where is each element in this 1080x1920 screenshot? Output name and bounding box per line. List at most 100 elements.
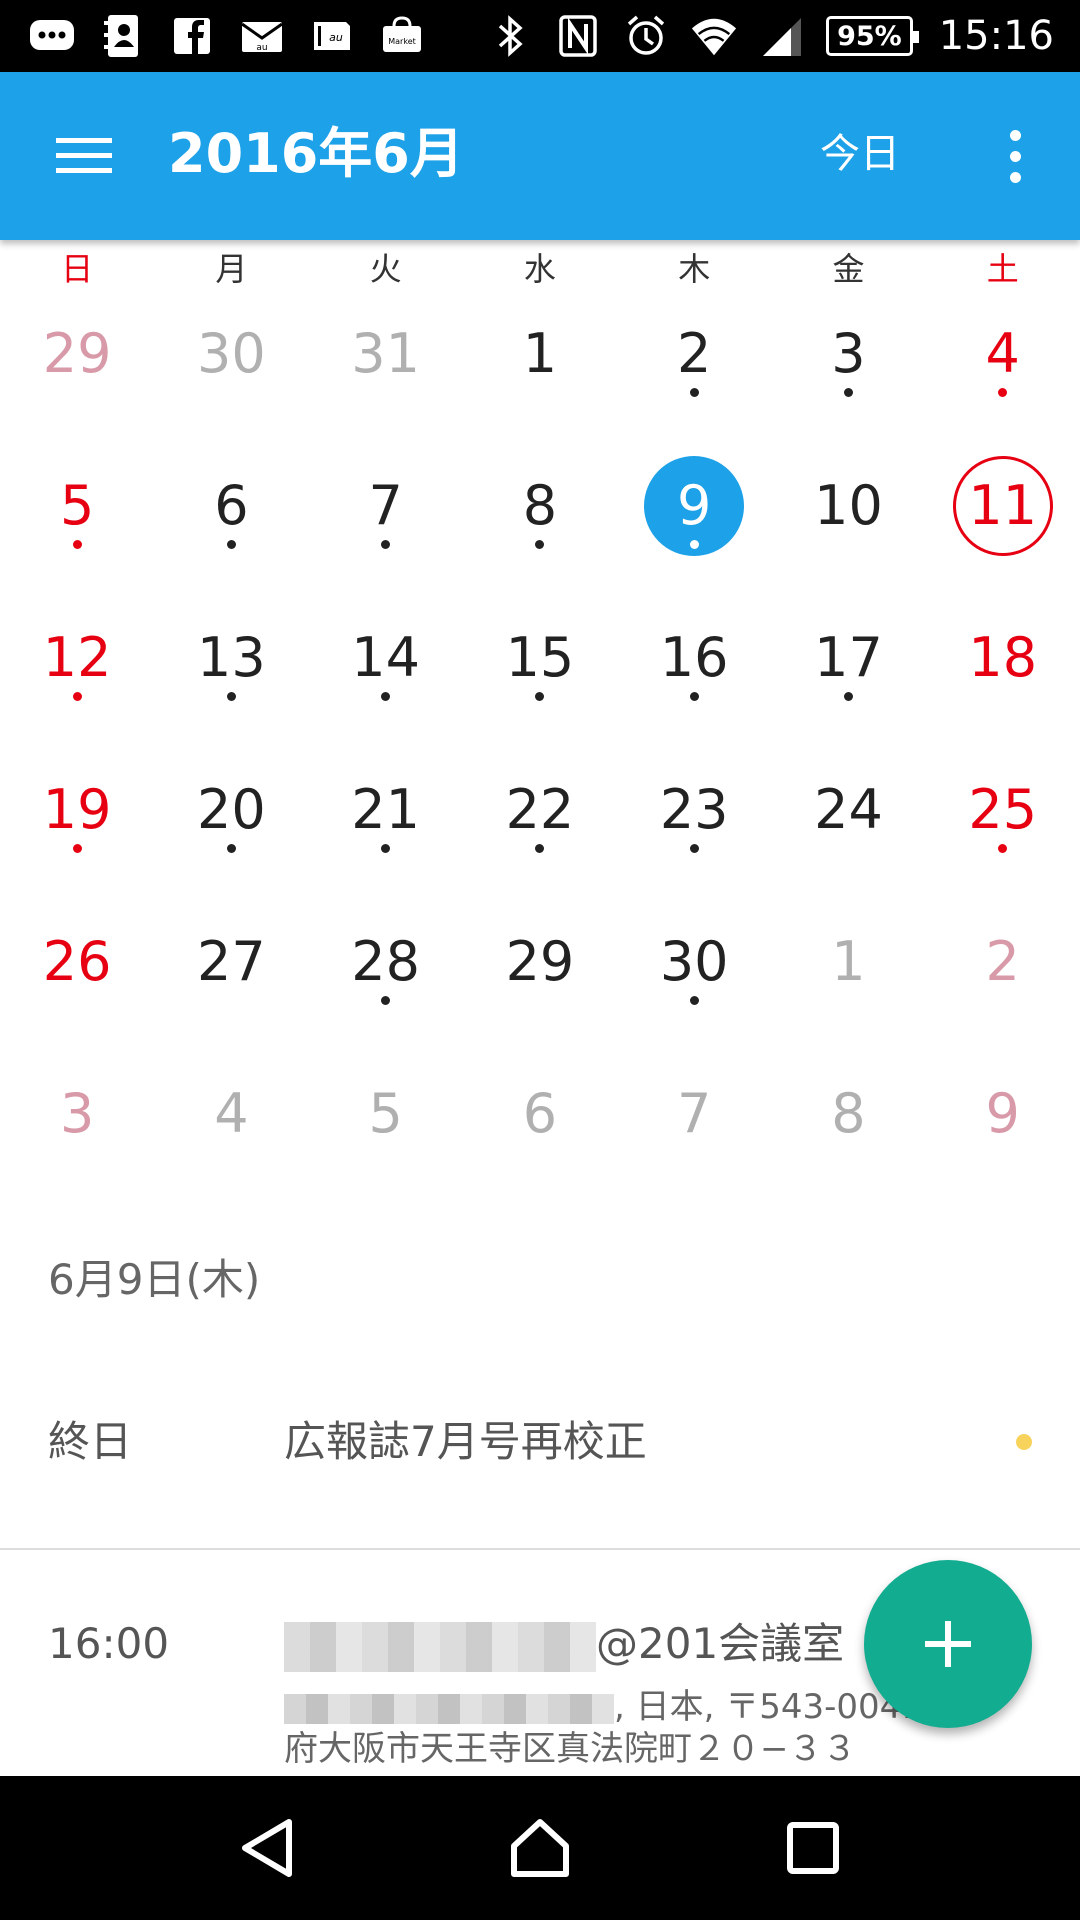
day-cell[interactable]: 10 xyxy=(771,452,925,604)
add-event-button[interactable] xyxy=(864,1560,1032,1728)
event-time: 16:00 xyxy=(48,1619,170,1668)
event-indicator-dot xyxy=(689,996,699,1005)
day-cell[interactable]: 23 xyxy=(617,756,771,908)
event-indicator-dot xyxy=(72,540,82,549)
event-title: 広報誌7月号再校正 xyxy=(284,1417,647,1466)
month-grid: 29 30 31 1 2 3 4 5 6 7 8 9 10 11 12 13 14 15 16 17 18 19 20 21 2… xyxy=(0,300,1080,1212)
day-number: 19 xyxy=(42,778,112,841)
day-number: 6 xyxy=(214,474,249,537)
day-cell[interactable]: 1 xyxy=(771,908,925,1060)
event-indicator-dot xyxy=(689,692,699,701)
day-number: 4 xyxy=(985,322,1020,385)
day-cell[interactable]: 7 xyxy=(617,1060,771,1212)
day-cell[interactable]: 30 xyxy=(154,300,308,452)
day-cell[interactable]: 18 xyxy=(926,604,1080,756)
day-cell[interactable]: 29 xyxy=(0,300,154,452)
event-indicator-dot xyxy=(381,692,391,701)
day-cell[interactable]: 5 xyxy=(309,1060,463,1212)
day-number: 3 xyxy=(831,322,866,385)
notification-icons: au au Market xyxy=(0,13,426,59)
home-button[interactable] xyxy=(495,1803,585,1893)
home-icon xyxy=(510,1819,569,1877)
day-cell[interactable]: 21 xyxy=(309,756,463,908)
day-cell[interactable]: 2 xyxy=(926,908,1080,1060)
more-vert-icon xyxy=(1009,129,1021,141)
day-cell[interactable]: 14 xyxy=(309,604,463,756)
day-number: 30 xyxy=(659,930,729,993)
back-button[interactable] xyxy=(222,1803,312,1893)
event-location-line: , 日本, 〒543-0041 xyxy=(284,1686,923,1728)
day-cell[interactable]: 1 xyxy=(463,300,617,452)
recents-button[interactable] xyxy=(768,1803,858,1893)
event-item[interactable]: 終日 広報誌7月号再校正 xyxy=(0,1414,1080,1504)
day-number: 24 xyxy=(814,778,883,841)
day-cell[interactable]: 28 xyxy=(309,908,463,1060)
day-cell[interactable]: 25 xyxy=(926,756,1080,908)
day-cell[interactable]: 30 xyxy=(617,908,771,1060)
plus-icon xyxy=(925,1621,971,1667)
day-cell[interactable]: 4 xyxy=(154,1060,308,1212)
weekday-label: 日 xyxy=(61,250,94,288)
day-cell[interactable]: 15 xyxy=(463,604,617,756)
day-cell[interactable]: 6 xyxy=(154,452,308,604)
day-cell[interactable]: 24 xyxy=(771,756,925,908)
menu-button[interactable] xyxy=(40,124,128,188)
event-indicator-dot xyxy=(843,692,853,701)
day-cell[interactable]: 26 xyxy=(0,908,154,1060)
day-cell[interactable]: 20 xyxy=(154,756,308,908)
day-cell[interactable]: 17 xyxy=(771,604,925,756)
redacted-text xyxy=(284,1621,596,1672)
day-cell[interactable]: 7 xyxy=(309,452,463,604)
day-cell[interactable]: 8 xyxy=(771,1060,925,1212)
day-cell[interactable]: 27 xyxy=(154,908,308,1060)
day-cell[interactable]: 19 xyxy=(0,756,154,908)
alarm-icon xyxy=(622,13,670,59)
day-cell[interactable]: 9 xyxy=(617,452,771,604)
hamburger-menu-icon xyxy=(56,138,112,173)
event-indicator-dot xyxy=(72,692,82,701)
day-cell[interactable]: 9 xyxy=(926,1060,1080,1212)
day-cell[interactable]: 16 xyxy=(617,604,771,756)
day-number: 8 xyxy=(522,474,558,537)
day-number: 17 xyxy=(814,626,883,689)
today-button[interactable]: 今日 xyxy=(820,128,900,180)
day-cell[interactable]: 13 xyxy=(154,604,308,756)
day-number: 29 xyxy=(505,930,575,993)
weekday-label: 土 xyxy=(986,250,1019,288)
day-cell[interactable]: 5 xyxy=(0,452,154,604)
svg-text:Market: Market xyxy=(388,37,416,46)
overflow-menu-button[interactable] xyxy=(990,124,1040,188)
day-cell[interactable]: 12 xyxy=(0,604,154,756)
day-cell[interactable]: 4 xyxy=(926,300,1080,452)
week-row: 19 20 21 22 23 24 25 xyxy=(0,756,1080,908)
week-row: 5 6 7 8 9 10 11 xyxy=(0,452,1080,604)
day-cell[interactable]: 3 xyxy=(771,300,925,452)
day-number: 6 xyxy=(522,1082,558,1145)
day-number: 1 xyxy=(522,322,558,385)
day-cell[interactable]: 11 xyxy=(926,452,1080,604)
navigation-bar xyxy=(0,1776,1080,1920)
day-cell[interactable]: 8 xyxy=(463,452,617,604)
divider xyxy=(0,1548,1080,1550)
day-number: 12 xyxy=(42,626,112,689)
day-cell[interactable]: 22 xyxy=(463,756,617,908)
day-number: 16 xyxy=(659,626,729,689)
day-cell[interactable]: 29 xyxy=(463,908,617,1060)
day-number: 9 xyxy=(985,1082,1020,1145)
day-cell[interactable]: 31 xyxy=(309,300,463,452)
day-number: 31 xyxy=(351,322,421,385)
au-app-icon: au xyxy=(308,13,356,59)
event-location-line: 府大阪市天王寺区真法院町２０−３３ xyxy=(284,1729,857,1769)
day-cell[interactable]: 3 xyxy=(0,1060,154,1212)
day-cell[interactable]: 6 xyxy=(463,1060,617,1212)
day-number: 1 xyxy=(831,930,866,993)
day-number: 8 xyxy=(831,1082,866,1145)
day-number: 5 xyxy=(59,474,95,537)
day-cell[interactable]: 2 xyxy=(617,300,771,452)
day-number: 15 xyxy=(505,626,575,689)
day-number: 18 xyxy=(968,626,1038,689)
day-number: 9 xyxy=(677,474,712,537)
weekday-label: 月 xyxy=(215,250,248,288)
event-title: @201会議室 xyxy=(284,1616,844,1672)
event-indicator-dot xyxy=(535,692,545,701)
